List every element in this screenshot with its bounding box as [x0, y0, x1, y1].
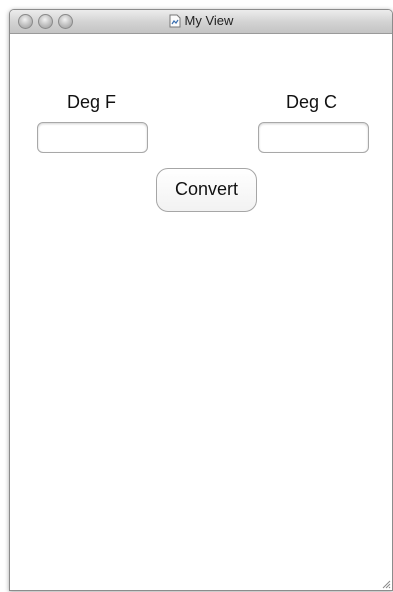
- app-window: My View Deg F Deg C Convert: [9, 9, 393, 591]
- celsius-label: Deg C: [286, 92, 338, 112]
- window-title-area: My View: [10, 13, 392, 29]
- celsius-input[interactable]: [258, 122, 369, 153]
- convert-button[interactable]: Convert: [156, 168, 257, 212]
- window-title: My View: [184, 13, 234, 28]
- fahrenheit-input[interactable]: [37, 122, 148, 153]
- fahrenheit-label: Deg F: [67, 92, 117, 112]
- title-bar[interactable]: My View: [10, 10, 392, 34]
- document-icon: [169, 14, 181, 28]
- resize-grip-icon[interactable]: [381, 579, 391, 589]
- view-content: Deg F Deg C Convert: [10, 34, 392, 590]
